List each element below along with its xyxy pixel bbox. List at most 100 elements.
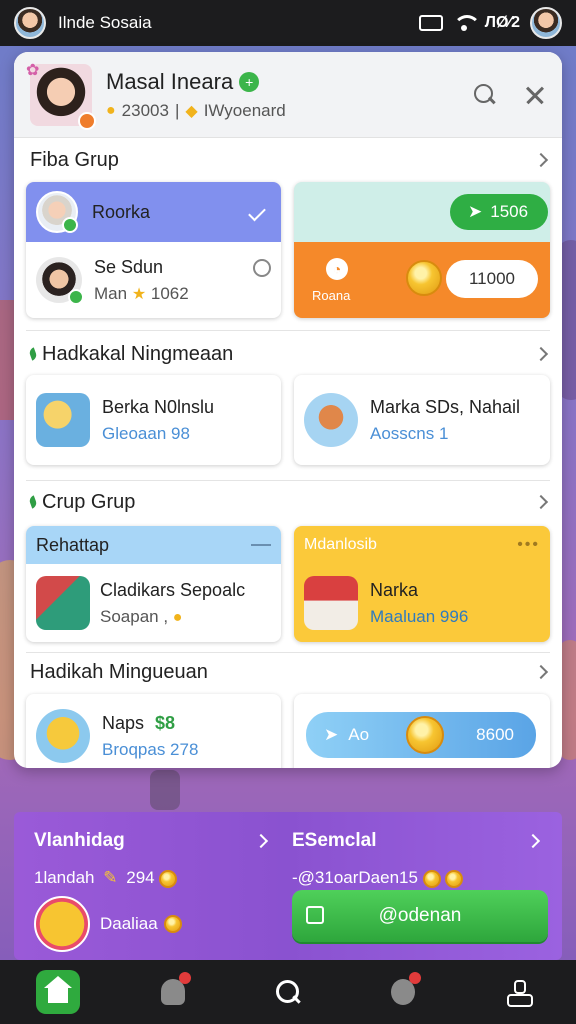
flower-icon: ✿: [26, 61, 40, 79]
avatar: [36, 257, 84, 305]
event-card[interactable]: Naps $8 Broqpas 278: [26, 694, 281, 768]
verified-icon: +: [239, 71, 260, 92]
promo-left-title: Vlanhidag: [34, 830, 125, 851]
nav-search[interactable]: [266, 970, 310, 1014]
stat-left: 23003: [121, 100, 169, 120]
promo-left-item: Daaliaa: [100, 914, 158, 933]
shop-card-header: Mdanlosib •••: [294, 526, 550, 564]
event-sub: Broqpas 278: [102, 739, 199, 759]
close-icon[interactable]: [524, 84, 546, 106]
nav-friends[interactable]: [151, 970, 195, 1014]
leaf-icon: [28, 495, 38, 509]
nav-profile[interactable]: [496, 970, 540, 1014]
profile-avatar[interactable]: [14, 7, 46, 39]
achievement-sub: Aosscns 1: [370, 423, 449, 443]
online-badge: [62, 217, 78, 233]
coin-icon: [159, 869, 178, 888]
achievement-name: Berka N0lnslu: [102, 396, 215, 417]
progress-value: 8600: [476, 725, 514, 744]
group-panel: ✿ Masal Ineara + ● 23003 | ◆ IWyoenard F…: [14, 52, 562, 768]
more-icon[interactable]: •••: [517, 536, 540, 554]
shop-item-name: Narka: [370, 579, 419, 600]
shop-item-sub: Soapan ,: [100, 606, 169, 626]
status-icons: ЛØ∕2: [418, 7, 562, 39]
chevron-right-icon: [533, 152, 549, 168]
reward-amount[interactable]: 11000: [446, 260, 538, 298]
cast-icon: [418, 15, 443, 31]
notification-dot: [178, 972, 191, 984]
background-scenery: [150, 770, 180, 810]
send-icon: ➤: [324, 725, 339, 744]
header-avatar[interactable]: ✿: [26, 62, 96, 130]
coin-icon: [163, 915, 182, 933]
member-row[interactable]: Se Sdun Man ★ 1062: [26, 242, 281, 318]
member-row-selected[interactable]: Roorka: [26, 182, 281, 242]
reward-badge[interactable]: ➤ 1506: [450, 194, 548, 230]
event-card[interactable]: ➤ Ao 8600: [294, 694, 550, 768]
header-name-row: Masal Ineara +: [106, 69, 286, 95]
character-icon: [304, 393, 358, 447]
timer-icon: ◔: [326, 258, 348, 280]
coin-icon: [406, 260, 442, 296]
section-title: Hadikah Mingueuan: [30, 660, 208, 683]
check-icon: [248, 203, 266, 221]
promo-item-icon: [34, 896, 90, 952]
claim-button-label: @odenan: [378, 905, 462, 926]
nav-home[interactable]: [35, 970, 80, 1014]
section-header-2[interactable]: Hadkakal Ningmeaan: [14, 334, 562, 374]
event-name-value: $8: [155, 712, 176, 733]
promo-left-value: 294: [126, 868, 155, 887]
section-title: Hadkakal Ningmeaan: [42, 342, 234, 365]
status-title: Ilnde Sosaia: [58, 13, 152, 32]
shop-item[interactable]: Narka Maaluan 996: [294, 564, 550, 642]
achievement-name: Marka SDs, Nahail: [370, 396, 521, 417]
reward-card[interactable]: ➤ 1506 ◔ Roana 11000: [294, 182, 550, 318]
nav-social[interactable]: [381, 970, 425, 1014]
member-sub-value: 1062: [150, 283, 189, 303]
section-header-3[interactable]: Crup Grup: [14, 482, 562, 522]
chevron-right-icon: [533, 664, 549, 680]
divider: [26, 480, 550, 481]
chevron-right-icon: [533, 494, 549, 510]
member-name: Roorka: [92, 201, 151, 222]
search-icon[interactable]: [474, 83, 496, 106]
promo-left-line: 1landah: [34, 868, 95, 887]
coin-icon: ●: [106, 101, 116, 119]
shop-item-name: Cladikars Sepoalc: [100, 579, 246, 600]
promo-right-title: ESemclal: [292, 830, 377, 851]
settings-icon[interactable]: [253, 259, 271, 277]
member-name: Se Sdun: [94, 256, 164, 277]
progress-pill[interactable]: ➤ Ao 8600: [306, 712, 536, 758]
leaf-icon: [28, 347, 38, 361]
coin-icon: ●: [172, 608, 183, 626]
friend-avatar[interactable]: [530, 7, 562, 39]
house-icon: [304, 576, 358, 630]
section-header-1[interactable]: Fiba Grup: [14, 140, 562, 180]
wifi-icon: [452, 15, 481, 31]
trophy-icon: [36, 393, 90, 447]
section-title: Fiba Grup: [30, 148, 119, 171]
header-stats: ● 23003 | ◆ IWyoenard: [106, 100, 286, 120]
profile-name: Masal Ineara: [106, 68, 234, 94]
section-header-4[interactable]: Hadikah Mingueuan: [14, 652, 562, 692]
claim-button[interactable]: @odenan: [292, 890, 548, 942]
promo-left[interactable]: Vlanhidag 1landah ✎ 294 Daaliaa: [34, 812, 274, 960]
achievement-card[interactable]: Marka SDs, Nahail Aosscns 1: [294, 375, 550, 465]
event-name: Naps: [102, 712, 145, 733]
checkbox-icon: [306, 906, 324, 924]
gem-icon: ◆: [185, 102, 198, 120]
minus-icon[interactable]: [251, 544, 271, 546]
status-bar: Ilnde Sosaia ЛØ∕2: [0, 0, 576, 46]
shop-card[interactable]: Rehattap Cladikars Sepoalc Soapan , ●: [26, 526, 281, 642]
coin-icon: [406, 716, 444, 754]
avatar: [36, 191, 78, 233]
star-icon: ★: [131, 285, 147, 303]
bottom-nav: [0, 960, 576, 1024]
member-card[interactable]: Roorka Se Sdun Man ★ 1062: [26, 182, 281, 318]
reward-bar: ◔ Roana 11000: [294, 242, 550, 318]
shop-card[interactable]: Mdanlosib ••• Narka Maaluan 996: [294, 526, 550, 642]
character-icon: [36, 709, 90, 763]
panel-header: ✿ Masal Ineara + ● 23003 | ◆ IWyoenard: [14, 52, 562, 138]
shop-item[interactable]: Cladikars Sepoalc Soapan , ●: [26, 564, 281, 642]
achievement-card[interactable]: Berka N0lnslu Gleoaan 98: [26, 375, 281, 465]
